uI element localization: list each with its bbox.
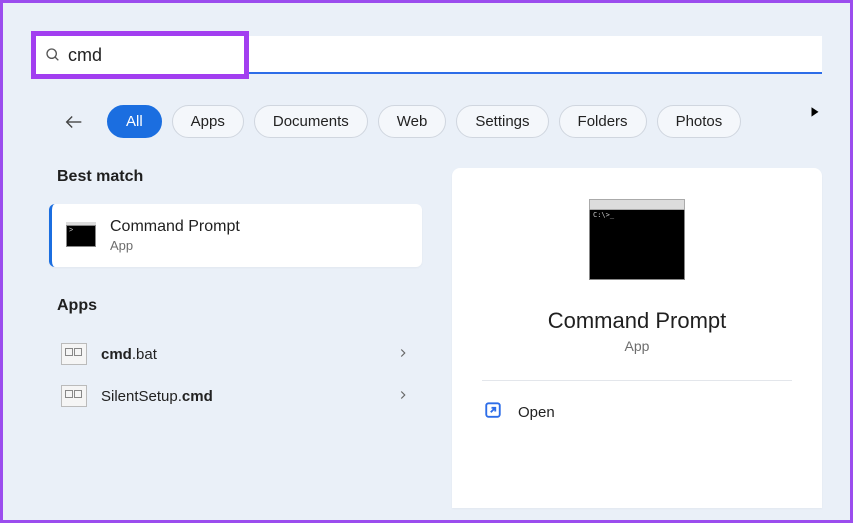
filter-tab-apps[interactable]: Apps (172, 105, 244, 138)
detail-subtitle: App (482, 338, 792, 354)
filter-tab-all[interactable]: All (107, 105, 162, 138)
scroll-right-icon[interactable] (800, 100, 830, 127)
best-match-header: Best match (49, 168, 422, 186)
result-subtitle: App (110, 238, 240, 253)
filter-tab-documents[interactable]: Documents (254, 105, 368, 138)
search-box-highlighted[interactable] (31, 31, 249, 79)
apps-header: Apps (49, 297, 422, 315)
back-arrow[interactable] (59, 107, 89, 137)
filter-tab-web[interactable]: Web (378, 105, 447, 138)
filter-tabs: All Apps Documents Web Settings Folders Photos (3, 79, 850, 138)
filter-tab-folders[interactable]: Folders (559, 105, 647, 138)
open-label: Open (518, 404, 555, 421)
batch-file-icon (61, 385, 87, 407)
cmd-icon-large (589, 208, 685, 280)
filter-tab-photos[interactable]: Photos (657, 105, 742, 138)
search-input[interactable] (68, 45, 236, 66)
result-title: Command Prompt (110, 218, 240, 236)
filter-tab-settings[interactable]: Settings (456, 105, 548, 138)
batch-file-icon (61, 343, 87, 365)
search-bar-extension (249, 36, 822, 74)
app-result-label: cmd.bat (101, 346, 382, 363)
detail-title: Command Prompt (482, 308, 792, 334)
detail-panel: Command Prompt App Open (452, 168, 822, 508)
app-result-label: SilentSetup.cmd (101, 388, 382, 405)
best-match-result[interactable]: Command Prompt App (49, 204, 422, 267)
divider (482, 380, 792, 381)
app-result[interactable]: cmd.bat (49, 333, 422, 375)
app-result[interactable]: SilentSetup.cmd (49, 375, 422, 417)
open-external-icon (484, 401, 502, 423)
chevron-right-icon (396, 388, 410, 405)
search-icon (44, 46, 62, 64)
open-action[interactable]: Open (482, 397, 792, 427)
cmd-icon (66, 225, 96, 247)
chevron-right-icon (396, 346, 410, 363)
